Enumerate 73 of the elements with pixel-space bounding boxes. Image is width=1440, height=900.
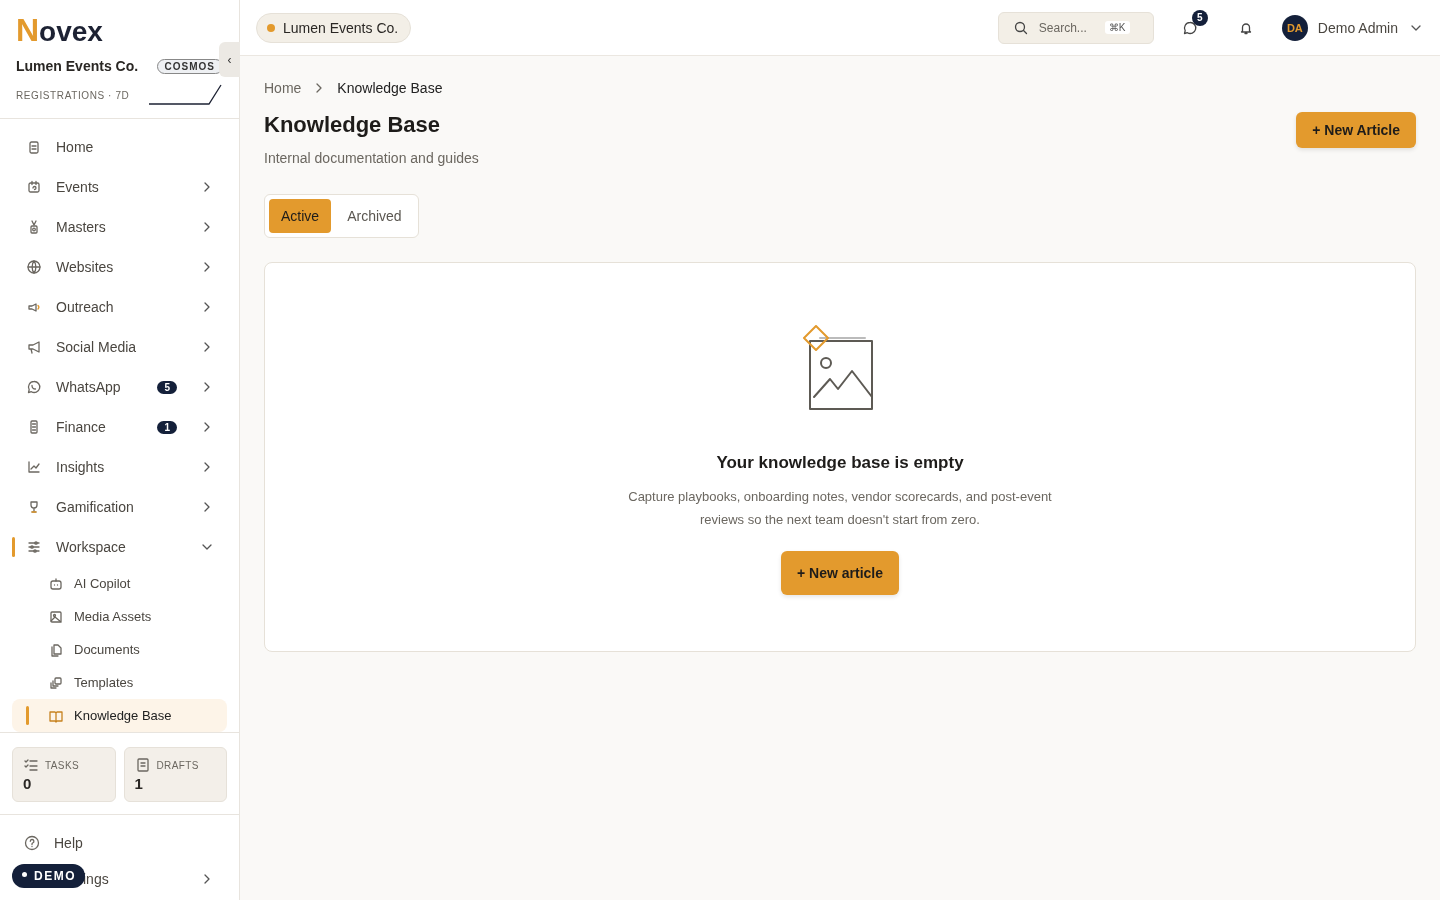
page-subtitle: Internal documentation and guides: [264, 150, 479, 166]
image-icon: [48, 608, 64, 625]
nav-item[interactable]: Finance 1: [12, 407, 227, 447]
breadcrumb-item: Knowledge Base: [337, 80, 443, 96]
nav-label: ings: [83, 871, 110, 887]
help-icon: [24, 835, 40, 851]
nav-label: Help: [54, 835, 84, 851]
tab[interactable]: Archived: [335, 199, 414, 233]
nav-item[interactable]: Masters: [12, 207, 227, 247]
demo-badge: DEMO: [12, 864, 85, 888]
nav-item[interactable]: Workspace: [12, 527, 227, 567]
sliders-icon: [26, 539, 42, 555]
nav-item[interactable]: Websites: [12, 247, 227, 287]
nav-label: Gamification: [56, 499, 135, 515]
stat-value: 0: [23, 775, 33, 792]
documents-icon: [48, 641, 64, 658]
checklist-icon: [23, 757, 39, 773]
user-menu[interactable]: DA Demo Admin: [1281, 14, 1424, 41]
chat-icon: [1181, 19, 1198, 36]
nav-item[interactable]: Social Media: [12, 327, 227, 367]
nav-label: Home: [56, 139, 95, 155]
nav-label: Insights: [56, 459, 106, 475]
count-badge: 1: [157, 420, 177, 434]
chat-icon: [26, 379, 42, 395]
nav-label: Masters: [56, 219, 107, 235]
nav-label: WhatsApp: [56, 379, 122, 395]
chart-icon: [26, 459, 42, 475]
page-title: Knowledge Base: [264, 112, 442, 138]
nav-subitem[interactable]: Documents: [12, 633, 227, 666]
nav-item[interactable]: Events: [12, 167, 227, 207]
nav-subitem[interactable]: AI Copilot: [12, 567, 227, 600]
nav-label: Workspace: [56, 539, 127, 555]
nav-item[interactable]: Insights: [12, 447, 227, 487]
search-icon: [1012, 19, 1029, 36]
nav-item[interactable]: WhatsApp 5: [12, 367, 227, 407]
document-icon: [134, 757, 151, 773]
breadcrumb-item[interactable]: Home: [264, 80, 302, 96]
metric-label: REGISTRATIONS · 7D: [16, 89, 130, 101]
nav-item[interactable]: Outreach: [12, 287, 227, 327]
nav-subitem[interactable]: Knowledge Base: [12, 699, 227, 732]
new-article-button[interactable]: + New Article: [1296, 112, 1416, 148]
count-badge: 5: [1191, 9, 1208, 26]
stat-value: 1: [134, 775, 144, 792]
stat-label: DRAFTS: [156, 759, 199, 771]
collapse-sidebar-button[interactable]: ‹: [219, 42, 240, 77]
logo-mark: N: [16, 14, 40, 46]
nav-label: Outreach: [56, 299, 115, 315]
copy-icon: [48, 674, 64, 691]
nav-label: Websites: [56, 259, 115, 275]
nav-item[interactable]: Help: [12, 825, 227, 861]
calendar-icon: [26, 179, 42, 195]
search-field[interactable]: Search...: [1038, 20, 1095, 35]
clipboard-icon: [26, 139, 42, 155]
megaphone-icon: [26, 339, 42, 355]
organization-name: Lumen Events Co.: [16, 58, 139, 74]
nav-label: Finance: [56, 419, 107, 435]
empty-state-description: Capture playbooks, onboarding notes, vendor scorecards, and post-event reviews so the next team doesn't start from zero.: [627, 488, 1053, 529]
nav-item[interactable]: Gamification: [12, 487, 227, 527]
stat-label: TASKS: [45, 759, 80, 771]
shortcut-hint: ⌘K: [1104, 21, 1130, 34]
globe-icon: [26, 259, 42, 275]
tab[interactable]: Active: [269, 199, 332, 233]
organization-pill[interactable]: Lumen Events Co.: [256, 12, 412, 43]
empty-state-title: Your knowledge base is empty: [716, 453, 964, 473]
nav-label: Social Media: [56, 339, 138, 355]
new-article-button[interactable]: + New article: [781, 551, 899, 595]
nav-subitem[interactable]: Templates: [12, 666, 227, 699]
nav-subitem[interactable]: Media Assets: [12, 600, 227, 633]
count-badge: 5: [157, 380, 177, 394]
avatar: DA: [1281, 14, 1308, 41]
nav-item[interactable]: Home: [12, 127, 227, 167]
nav-label: Events: [56, 179, 100, 195]
logo-text: ovex: [39, 18, 103, 46]
